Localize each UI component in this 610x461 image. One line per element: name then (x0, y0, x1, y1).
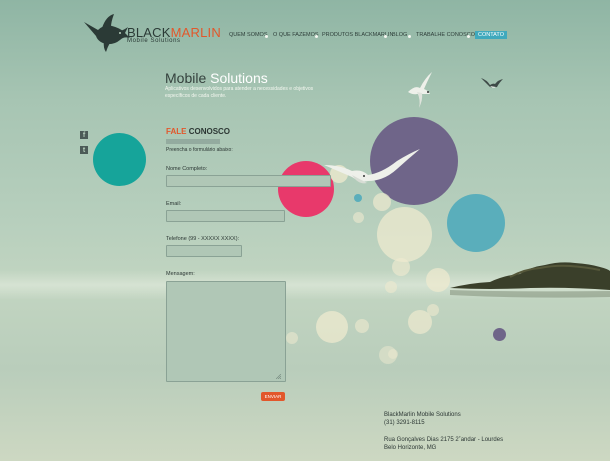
contact-phone: (31) 3291-8115 (384, 420, 425, 427)
twitter-icon: t (80, 146, 88, 154)
pale-bubble (427, 304, 439, 316)
nav-item-quem-somos[interactable]: QUEM SOMOS (229, 32, 268, 38)
resize-grip-icon[interactable] (276, 374, 281, 379)
page-title-light: Solutions (210, 70, 268, 86)
seagull-image (481, 78, 503, 88)
pale-bubble (388, 349, 398, 359)
facebook-link[interactable]: f (80, 131, 88, 139)
nav-separator (384, 35, 387, 38)
pale-bubble (355, 319, 369, 333)
seagull-image (408, 72, 432, 108)
nav-separator (467, 35, 470, 38)
contact-address-line1: Rua Gonçalves Dias 2175 2˚andar - Lourde… (384, 436, 504, 443)
phone-field[interactable] (166, 245, 242, 257)
contact-spacer (384, 428, 503, 436)
pale-bubble (426, 268, 450, 292)
send-button[interactable]: ENVIAR (261, 392, 285, 401)
form-title-underline (166, 139, 220, 144)
page-title: Mobile Solutions (165, 70, 268, 86)
pale-bubble (353, 212, 364, 223)
email-label: Email: (166, 201, 182, 207)
brand-tagline: Mobile Solutions (127, 38, 181, 44)
brand-tagline-text: Mobile Solutions (127, 38, 181, 44)
blue-dot (354, 194, 362, 202)
nav-item-blog[interactable]: BLOG (392, 32, 407, 38)
name-field[interactable] (166, 175, 331, 187)
phone-label: Telefone (99 - XXXXX XXXX): (166, 236, 240, 242)
nav-item-o-que-fazemos[interactable]: O QUE FAZEMOS (273, 32, 319, 38)
message-label: Mensagem: (166, 271, 195, 277)
page-subtitle: Aplicativos desenvolvidos para atender a… (165, 86, 314, 99)
name-label: Nome Completo: (166, 166, 208, 172)
contact-company: BlackMarlin Mobile Solutions (384, 412, 461, 418)
nav-separator (408, 35, 411, 38)
form-intro: Preencha o formulário abaixo: (166, 147, 233, 153)
pale-bubble (316, 311, 348, 343)
pale-bubble (377, 207, 432, 262)
island-image (450, 262, 610, 298)
form-title-orange: FALE (166, 127, 187, 136)
nav-separator (315, 35, 318, 38)
contact-info: BlackMarlin Mobile Solutions (31) 3291-8… (384, 411, 503, 452)
nav-item-contato[interactable]: CONTATO (475, 31, 507, 39)
email-field[interactable] (166, 210, 285, 222)
nav-separator (265, 35, 268, 38)
facebook-icon: f (80, 131, 88, 139)
page-title-dark: Mobile (165, 70, 207, 86)
pale-bubble (286, 332, 298, 344)
purple-dot (493, 328, 506, 341)
brand-logo[interactable]: BLACKMARLIN Mobile Solutions (84, 14, 221, 52)
blue-bubble (447, 194, 505, 252)
twitter-link[interactable]: t (80, 146, 88, 154)
pale-bubble (373, 193, 391, 211)
pale-bubble (385, 281, 397, 293)
seagull-image (324, 149, 420, 184)
nav-item-produtos[interactable]: PRODUTOS BLACKMARLIN (322, 32, 393, 38)
form-title: FALE CONOSCO (166, 127, 230, 136)
teal-bubble (93, 133, 146, 186)
pale-bubble (392, 258, 410, 276)
message-field[interactable] (166, 281, 286, 382)
marlin-logo-icon (84, 14, 130, 52)
contact-address-line2: Belo Horizonte, MG (384, 444, 437, 451)
form-title-dark: CONOSCO (188, 127, 231, 136)
